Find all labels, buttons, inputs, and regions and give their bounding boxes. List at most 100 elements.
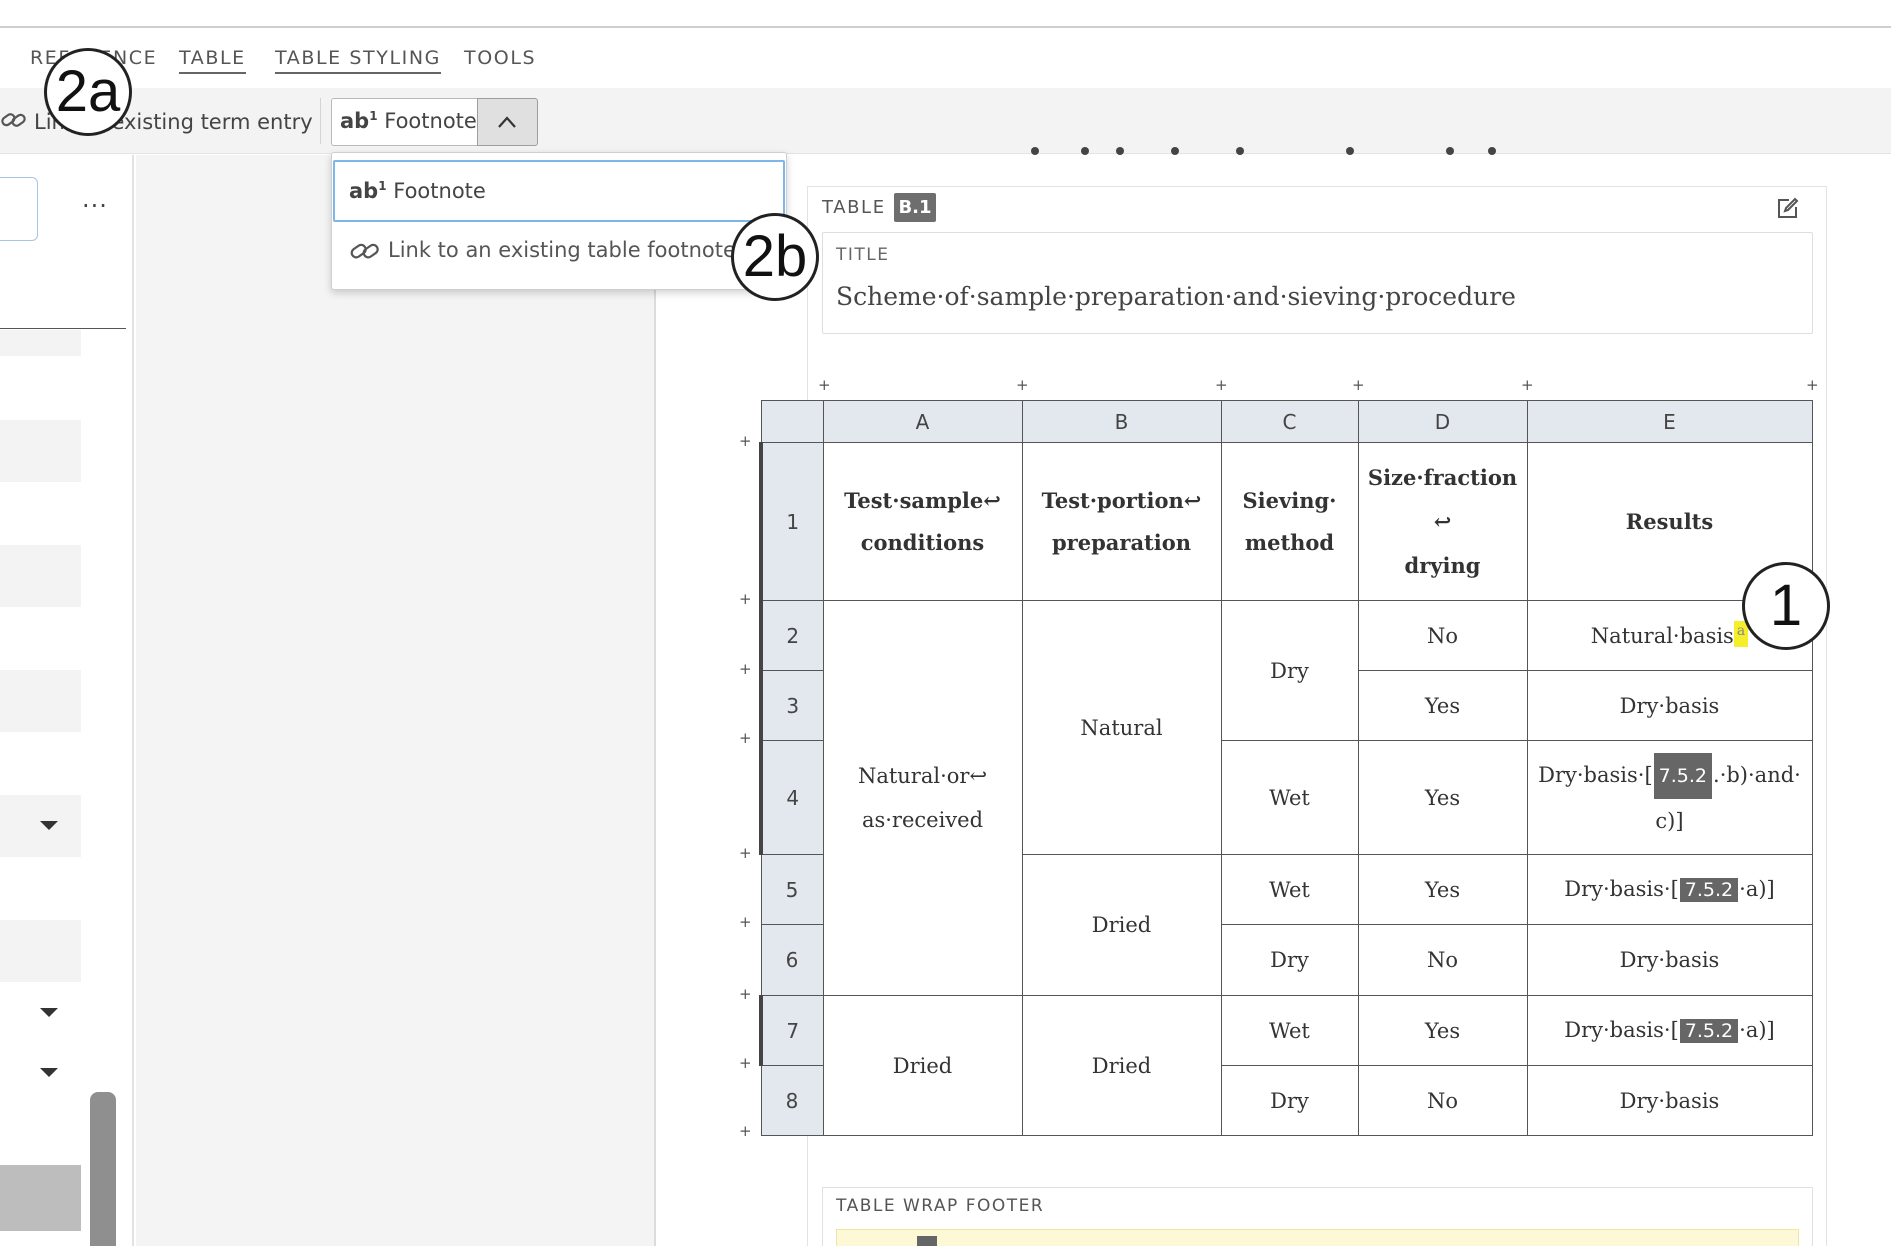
left-panel-scrollbar[interactable] bbox=[90, 1092, 116, 1246]
menu-item-label: Footnote bbox=[393, 179, 486, 203]
menu-item-link-footnote[interactable]: Link to an existing table footnote bbox=[388, 238, 736, 262]
cross-reference[interactable]: 7.5.2 bbox=[1679, 878, 1739, 902]
column-header-e[interactable]: E bbox=[1526, 400, 1813, 443]
table-cell[interactable]: Dry·basis·[7.5.2 ·a)] bbox=[1526, 854, 1813, 925]
footer-input[interactable] bbox=[836, 1229, 1799, 1246]
tab-tools[interactable]: TOOLS bbox=[464, 47, 536, 69]
table-cell[interactable]: Wet bbox=[1220, 995, 1359, 1066]
header-cell[interactable]: Test·sample↩ conditions bbox=[822, 442, 1023, 601]
left-panel-row bbox=[0, 420, 81, 482]
left-panel-input[interactable] bbox=[0, 177, 38, 241]
insert-row-marker[interactable]: + bbox=[739, 590, 752, 608]
header-cell[interactable]: Size·fraction ↩ drying bbox=[1357, 442, 1528, 601]
left-panel-row bbox=[0, 330, 81, 356]
left-panel-row bbox=[0, 670, 81, 732]
edit-icon[interactable] bbox=[1775, 197, 1799, 221]
table-cell[interactable]: Yes bbox=[1357, 670, 1528, 741]
caret-down-icon[interactable] bbox=[40, 1008, 58, 1017]
row-number[interactable]: 1 bbox=[759, 442, 824, 601]
insert-column-marker[interactable]: + bbox=[1215, 376, 1228, 394]
table-cell[interactable]: Dry bbox=[1220, 600, 1359, 741]
link-icon bbox=[0, 108, 28, 136]
footnote-button[interactable]: ab1 Footnote bbox=[331, 98, 477, 146]
table-corner bbox=[760, 400, 824, 443]
header-cell[interactable]: Sieving· method bbox=[1220, 442, 1359, 601]
insert-row-marker[interactable]: + bbox=[739, 913, 752, 931]
callout-2a: 2a bbox=[44, 48, 132, 136]
table-cell[interactable]: Natural bbox=[1021, 600, 1222, 855]
data-table: A B C D E 1 Test·sample↩ conditions Test·… bbox=[759, 400, 1813, 1136]
chevron-up-icon bbox=[498, 116, 516, 128]
insert-row-marker[interactable]: + bbox=[739, 660, 752, 678]
insert-column-marker[interactable]: + bbox=[1806, 376, 1819, 394]
row-number[interactable]: 3 bbox=[759, 670, 824, 741]
table-cell[interactable]: No bbox=[1357, 1065, 1528, 1136]
insert-column-marker[interactable]: + bbox=[1352, 376, 1365, 394]
insert-row-marker[interactable]: + bbox=[739, 844, 752, 862]
table-cell[interactable]: Dry·basis bbox=[1526, 924, 1813, 996]
column-header-a[interactable]: A bbox=[822, 400, 1023, 443]
toolbar-separator bbox=[320, 98, 321, 144]
column-header-d[interactable]: D bbox=[1357, 400, 1528, 443]
more-icon[interactable]: ··· bbox=[82, 192, 108, 220]
table-cell[interactable]: Natural·or↩ as·received bbox=[822, 600, 1023, 996]
insert-row-marker[interactable]: + bbox=[739, 729, 752, 747]
left-panel-divider bbox=[0, 328, 126, 329]
table-title[interactable]: Scheme·of·sample·preparation·and·sieving… bbox=[836, 282, 1516, 311]
table-cell[interactable]: Yes bbox=[1357, 854, 1528, 925]
callout-1: 1 bbox=[1742, 562, 1830, 650]
insert-column-marker[interactable]: + bbox=[1521, 376, 1534, 394]
insert-column-marker[interactable]: + bbox=[1016, 376, 1029, 394]
header-cell[interactable]: Test·portion↩ preparation bbox=[1021, 442, 1222, 601]
table-cell[interactable]: Dry·basis·[7.5.2 ·a)] bbox=[1526, 995, 1813, 1066]
tab-table-styling[interactable]: TABLE STYLING bbox=[275, 47, 441, 74]
table-cell[interactable]: Dry bbox=[1220, 1065, 1359, 1136]
menu-item-footnote[interactable]: ab1 Footnote bbox=[333, 160, 785, 222]
table-cell[interactable]: Wet bbox=[1220, 740, 1359, 855]
caret-down-icon[interactable] bbox=[40, 1068, 58, 1077]
table-cell[interactable]: Dry·basis·[7.5.2 .·b)·and· c)] bbox=[1526, 740, 1813, 855]
table-cell[interactable]: No bbox=[1357, 600, 1528, 671]
table-cell[interactable]: Dry·basis bbox=[1526, 1065, 1813, 1136]
table-cell[interactable]: Dry·basis bbox=[1526, 670, 1813, 741]
row-number[interactable]: 5 bbox=[760, 854, 824, 925]
row-number[interactable]: 7 bbox=[759, 995, 824, 1066]
footer-label: TABLE WRAP FOOTER bbox=[836, 1196, 1045, 1216]
column-header-c[interactable]: C bbox=[1220, 400, 1359, 443]
footnote-dropdown-toggle[interactable] bbox=[477, 98, 538, 146]
caret-down-icon[interactable] bbox=[40, 821, 58, 830]
cropped-heading-fragment bbox=[1030, 142, 1500, 155]
insert-row-marker[interactable]: + bbox=[739, 432, 752, 450]
table-cell[interactable]: Dried bbox=[1021, 995, 1222, 1136]
row-number[interactable]: 6 bbox=[760, 924, 824, 996]
text-cursor bbox=[917, 1236, 937, 1246]
footnote-icon: ab1 bbox=[349, 179, 387, 203]
row-number[interactable]: 8 bbox=[760, 1065, 824, 1136]
column-header-b[interactable]: B bbox=[1021, 400, 1222, 443]
footnote-button-label: Footnote bbox=[384, 109, 477, 133]
table-cell[interactable]: Dry bbox=[1220, 924, 1359, 996]
row-number[interactable]: 4 bbox=[759, 740, 824, 855]
middle-panel bbox=[136, 155, 656, 1246]
left-panel-block bbox=[0, 1165, 81, 1231]
insert-column-marker[interactable]: + bbox=[818, 376, 831, 394]
footnote-icon: ab1 bbox=[340, 109, 378, 133]
insert-row-marker[interactable]: + bbox=[739, 1122, 752, 1140]
left-panel-row bbox=[0, 920, 81, 982]
cross-reference[interactable]: 7.5.2 bbox=[1653, 752, 1713, 799]
table-cell[interactable]: Yes bbox=[1357, 995, 1528, 1066]
link-icon bbox=[349, 238, 381, 268]
table-cell[interactable]: Wet bbox=[1220, 854, 1359, 925]
callout-2b: 2b bbox=[731, 213, 819, 301]
table-cell[interactable]: Yes bbox=[1357, 740, 1528, 855]
table-cell[interactable]: Dried bbox=[1021, 854, 1222, 996]
left-panel-row bbox=[0, 545, 81, 607]
insert-row-marker[interactable]: + bbox=[739, 1054, 752, 1072]
table-wrap-label: TABLE bbox=[822, 197, 886, 218]
cross-reference[interactable]: 7.5.2 bbox=[1679, 1019, 1739, 1043]
insert-row-marker[interactable]: + bbox=[739, 985, 752, 1003]
tab-table[interactable]: TABLE bbox=[179, 47, 246, 74]
table-cell[interactable]: Dried bbox=[822, 995, 1023, 1136]
table-cell[interactable]: No bbox=[1357, 924, 1528, 996]
row-number[interactable]: 2 bbox=[759, 600, 824, 671]
